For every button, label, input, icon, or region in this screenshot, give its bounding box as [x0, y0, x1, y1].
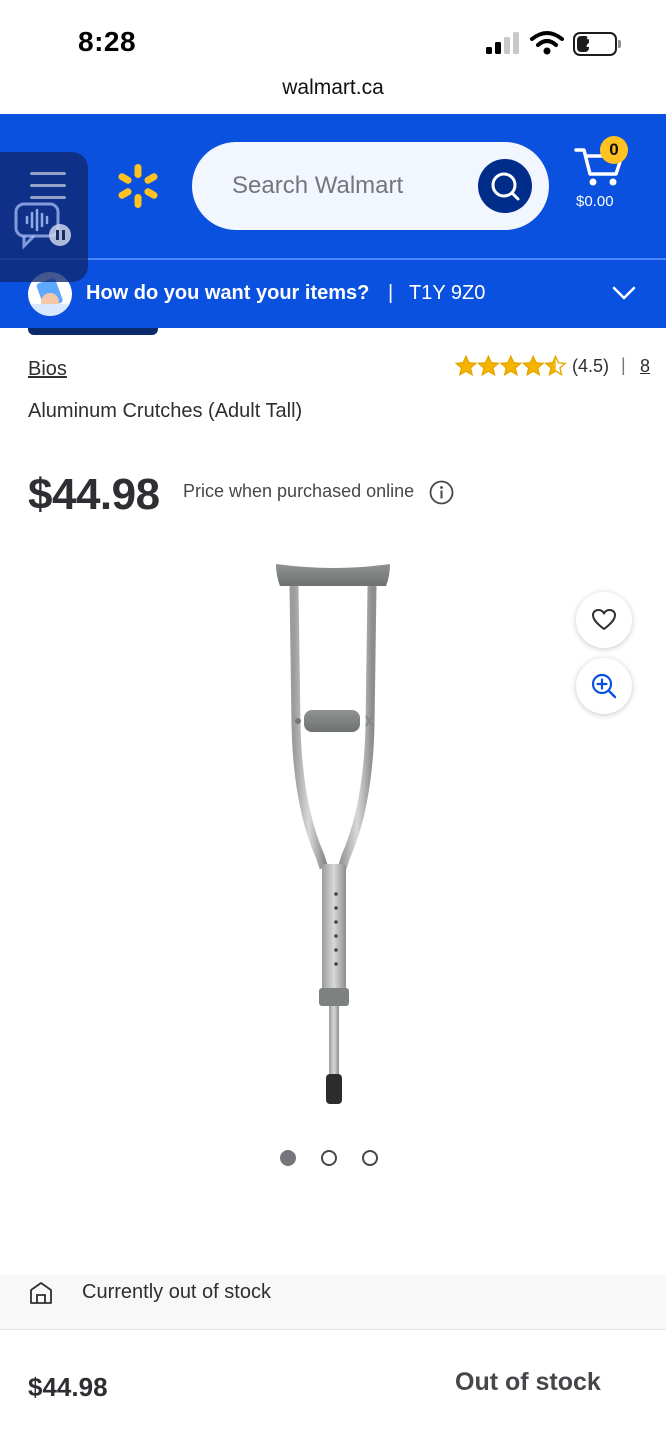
rating-star — [455, 354, 478, 377]
search-button[interactable] — [478, 159, 532, 213]
rating-star — [477, 354, 500, 377]
cart-count-badge: 0 — [600, 136, 628, 164]
product-image[interactable] — [262, 556, 406, 1108]
stock-notice: Currently out of stock — [0, 1274, 666, 1330]
side-menu-overlay[interactable] — [0, 152, 88, 282]
carousel-dot[interactable] — [362, 1150, 378, 1166]
search-icon — [491, 172, 520, 201]
voice-assistant-icon[interactable] — [14, 202, 72, 252]
stock-status-message: Currently out of stock — [82, 1281, 271, 1303]
brand-link[interactable]: Bios — [28, 358, 67, 381]
heart-icon — [592, 609, 616, 630]
carousel-dot[interactable] — [321, 1150, 337, 1166]
delivery-separator: | — [388, 282, 394, 304]
zoom-button[interactable] — [576, 658, 632, 714]
delivery-options-bar[interactable]: How do you want your items? | T1Y 9Z0 — [0, 260, 666, 328]
footer-stock-status: Out of stock — [455, 1368, 601, 1396]
review-count-link[interactable]: 8 — [640, 356, 650, 377]
sticky-footer: $44.98 Out of stock — [0, 1330, 666, 1440]
image-carousel-dots — [280, 1150, 390, 1168]
cellular-signal-icon — [486, 32, 519, 54]
rating-star — [499, 354, 523, 377]
status-bar: 8:28 21 — [0, 0, 666, 72]
rating-value: (4.5) — [572, 356, 610, 376]
status-time: 8:28 — [78, 26, 137, 57]
rating-stars — [455, 354, 567, 377]
battery-tip — [618, 40, 621, 48]
wifi-icon — [530, 31, 564, 55]
info-icon[interactable] — [429, 480, 454, 505]
footer-price: $44.98 — [28, 1372, 108, 1402]
cart-total: $0.00 — [576, 193, 614, 210]
walmart-spark-logo[interactable] — [114, 162, 162, 210]
product-title: Aluminum Crutches (Adult Tall) — [28, 400, 303, 422]
favorite-button[interactable] — [576, 592, 632, 648]
battery-indicator: 21 — [573, 32, 621, 56]
search-input[interactable]: Search Walmart — [192, 142, 549, 230]
hidden-tab-edge — [28, 328, 158, 335]
zoom-in-icon — [591, 673, 617, 699]
browser-url[interactable]: walmart.ca — [0, 76, 666, 108]
rating-separator: | — [621, 355, 626, 375]
search-placeholder: Search Walmart — [232, 172, 404, 199]
product-price: $44.98 — [28, 470, 160, 519]
chevron-down-icon[interactable] — [612, 284, 636, 302]
carousel-dot[interactable] — [280, 1150, 296, 1166]
rating-star — [521, 354, 545, 377]
battery-percentage: 21 — [586, 34, 604, 51]
rating-star — [544, 354, 567, 377]
delivery-question: How do you want your items? — [86, 282, 370, 304]
postal-code: T1Y 9Z0 — [409, 282, 486, 304]
hamburger-menu-icon[interactable] — [30, 172, 66, 200]
price-note: Price when purchased online — [183, 481, 415, 501]
store-icon — [30, 1282, 52, 1304]
